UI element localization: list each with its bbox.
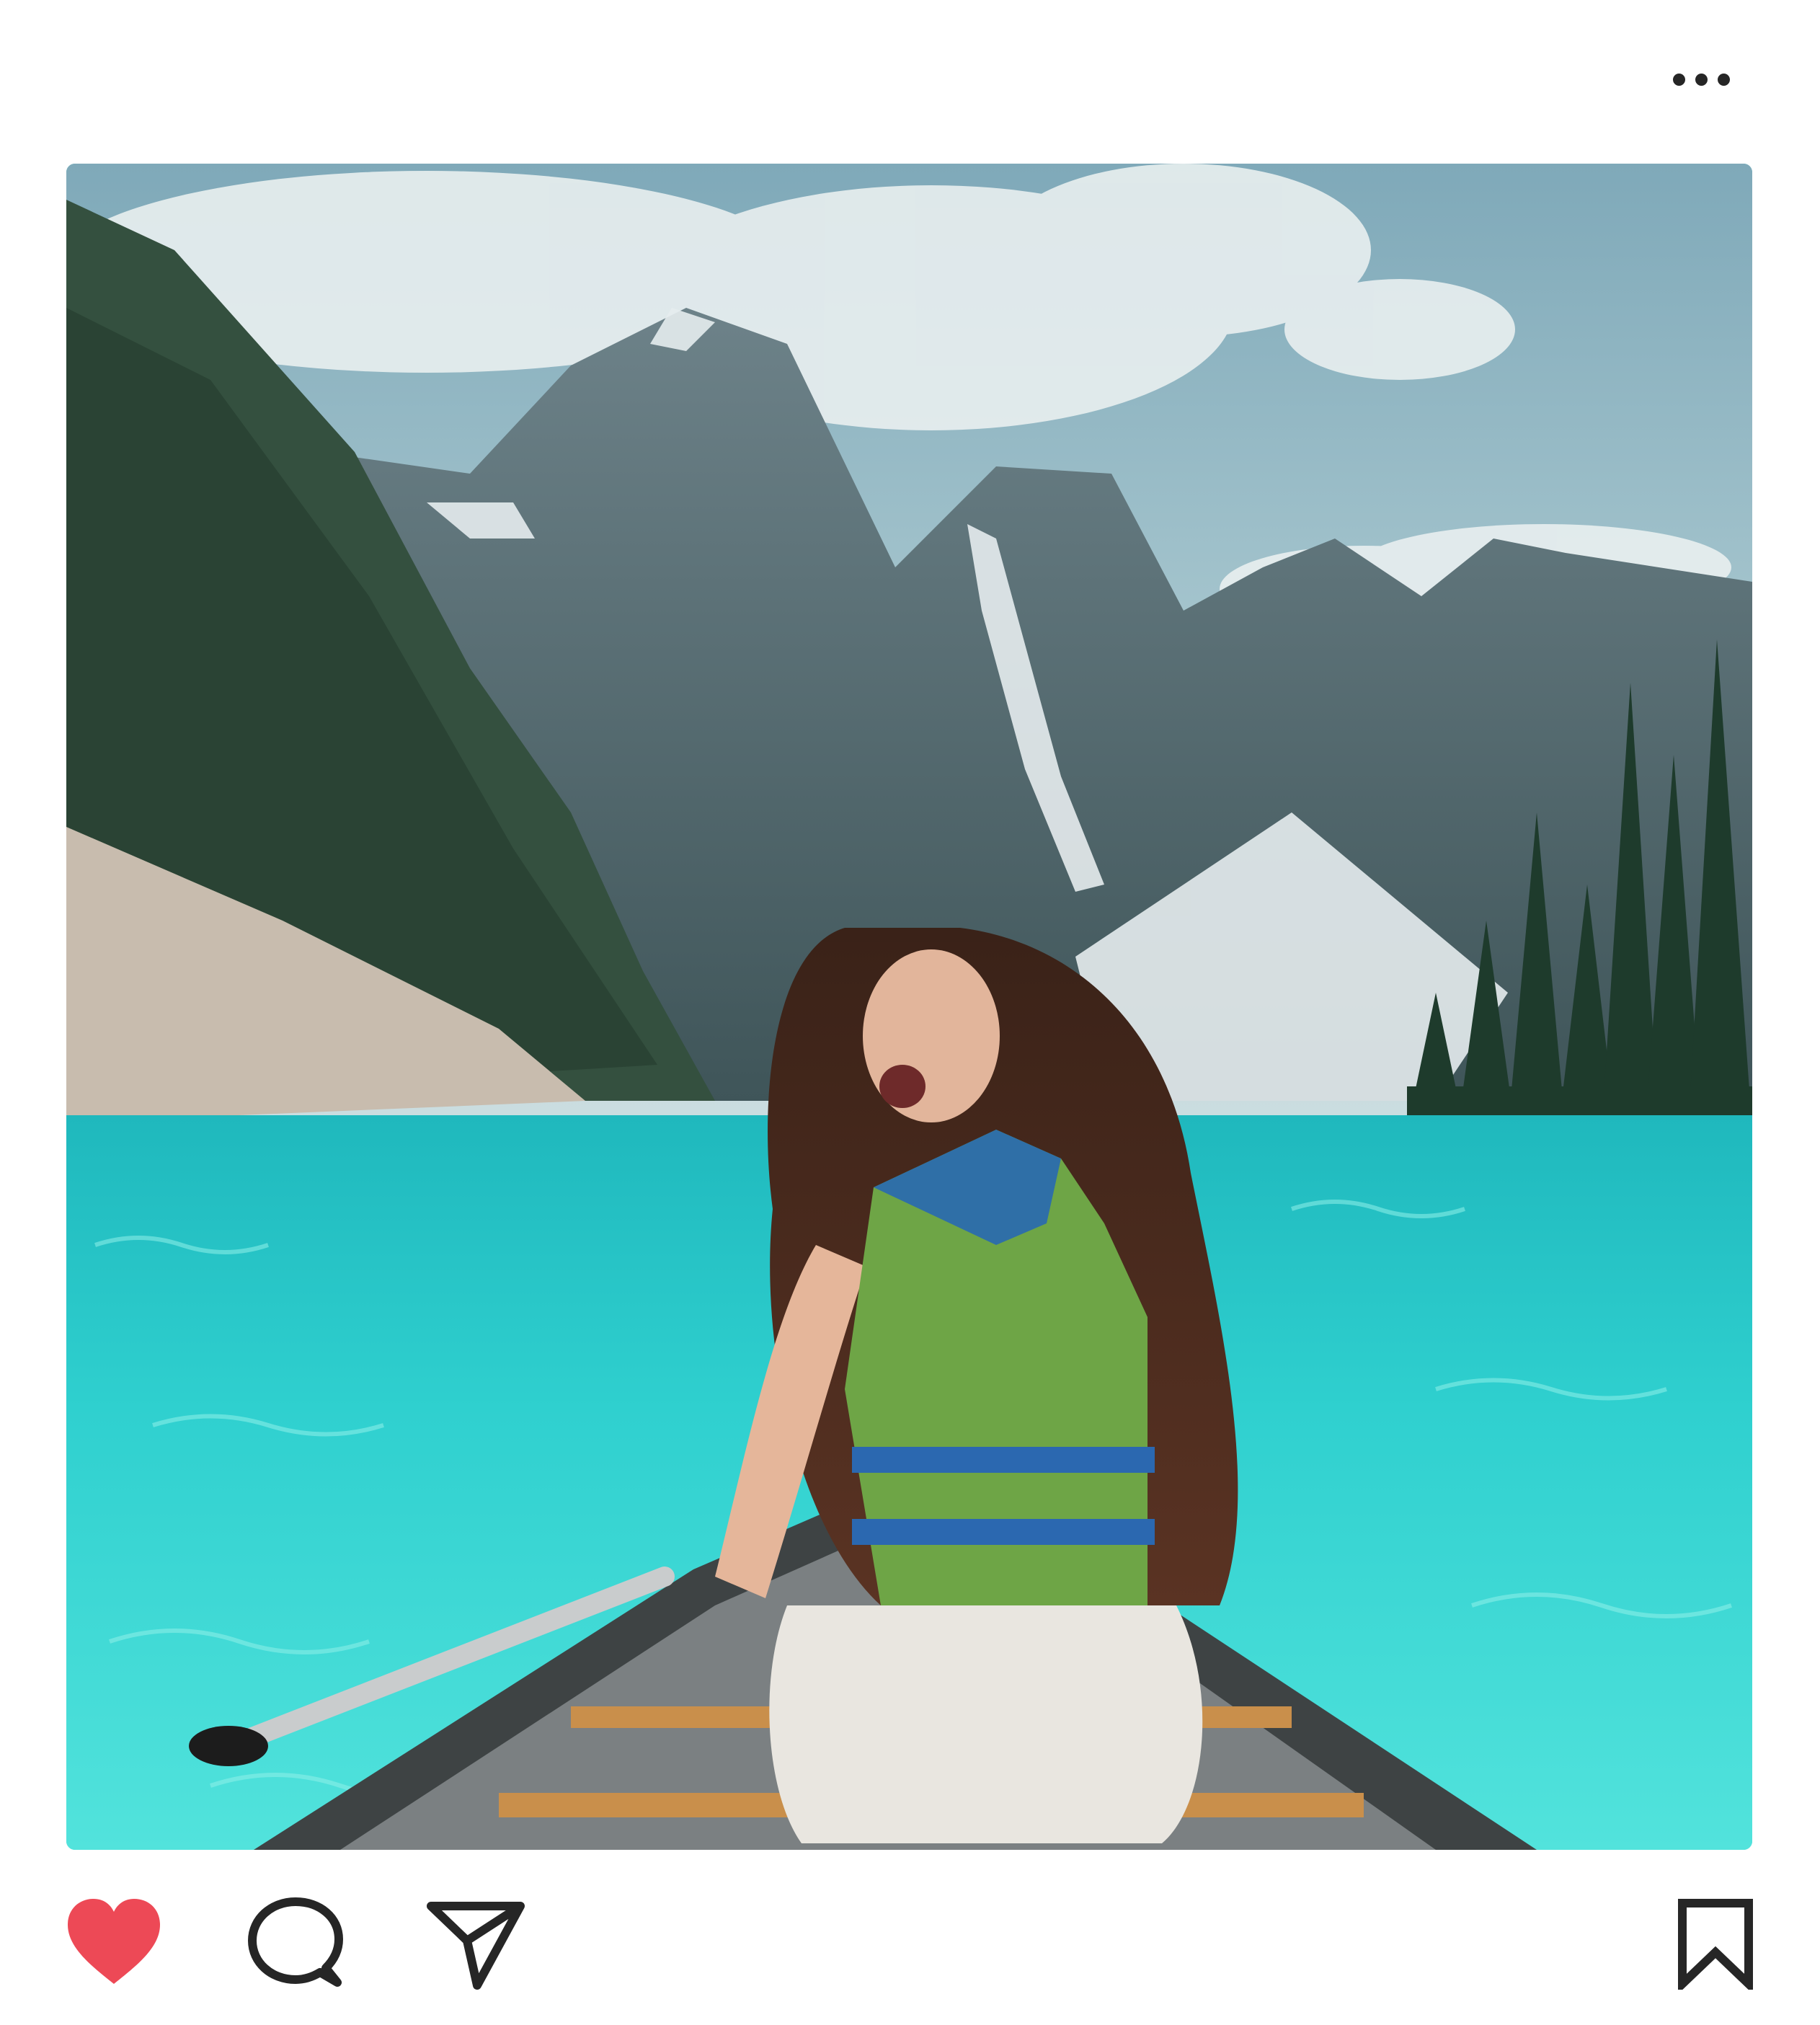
heart-filled-icon [68,1899,160,1984]
lake-canoe-photo [66,164,1752,1850]
save-button[interactable] [1672,1896,1759,1995]
share-button[interactable] [425,1896,526,1993]
more-options-button[interactable] [1658,58,1744,101]
post-photo[interactable] [66,164,1752,1850]
comment-button[interactable] [245,1896,346,1993]
more-options-icon-dot [1695,73,1708,86]
more-options-icon [1672,73,1685,86]
paper-plane-icon [427,1902,525,1990]
like-button[interactable] [63,1896,164,1993]
bookmark-icon [1678,1899,1753,1995]
speech-bubble-icon [248,1897,343,1987]
more-options-icon-dot [1717,73,1730,86]
post-action-bar [0,1896,1820,1997]
